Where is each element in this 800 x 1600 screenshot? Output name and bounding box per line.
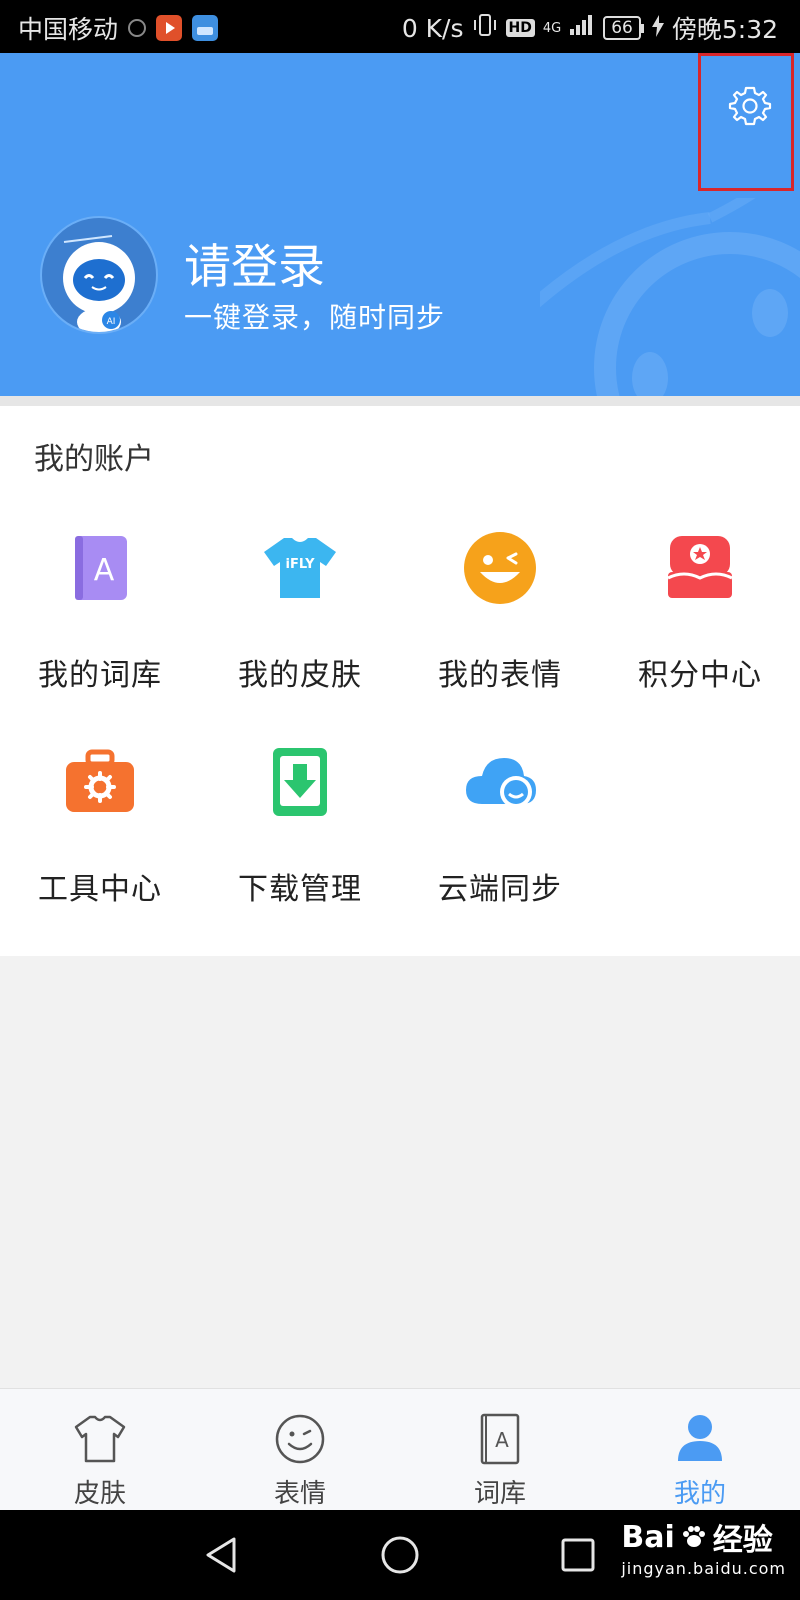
grid-label: 我的皮肤 xyxy=(238,658,362,693)
grid-item-my-emoji[interactable]: 我的表情 xyxy=(400,528,600,694)
bottom-tab-bar: 皮肤 表情 A 词库 我的 xyxy=(0,1388,800,1511)
charging-icon xyxy=(651,14,664,43)
skin-shirt-text: iFLY xyxy=(285,557,315,572)
tab-label: 词库 xyxy=(473,1479,526,1509)
status-bar: 中国移动 0 K/s HD 4G 66 傍晚5:32 xyxy=(0,0,800,53)
mascot-watermark-icon xyxy=(540,198,800,396)
grid-label: 积分中心 xyxy=(638,658,762,693)
person-icon xyxy=(678,1415,722,1461)
grid-item-cloud-sync[interactable]: 云端同步 xyxy=(400,742,600,908)
recents-icon[interactable] xyxy=(560,1537,596,1573)
battery-level: 66 xyxy=(603,16,641,40)
signal-icon xyxy=(569,13,595,43)
svg-text:A: A xyxy=(94,553,115,588)
watermark-brand: Bai xyxy=(621,1519,675,1555)
cloud-sync-icon xyxy=(466,758,536,808)
network-speed: 0 K/s xyxy=(401,13,464,43)
avatar-badge: AI xyxy=(107,317,116,327)
notification-dot-icon xyxy=(128,19,147,37)
paw-icon xyxy=(682,1526,705,1547)
download-icon xyxy=(273,748,327,816)
grid-label: 我的词库 xyxy=(38,658,162,693)
grid-label: 我的表情 xyxy=(438,658,562,693)
shirt-icon xyxy=(74,1415,126,1463)
grid-label: 云端同步 xyxy=(438,872,562,907)
book-icon-letter: A xyxy=(495,1428,509,1452)
tab-label: 表情 xyxy=(273,1479,326,1509)
points-shop-icon xyxy=(667,536,733,598)
grid-item-tool-center[interactable]: 工具中心 xyxy=(0,742,200,908)
clock: 傍晚5:32 xyxy=(671,15,778,44)
grid-label: 下载管理 xyxy=(238,872,362,907)
smiley-icon xyxy=(275,1414,325,1464)
profile-header[interactable]: AI 请登录 一键登录，随时同步 xyxy=(0,53,800,396)
home-icon[interactable] xyxy=(380,1535,420,1575)
tab-label: 我的 xyxy=(673,1479,726,1509)
vibrate-icon xyxy=(472,12,498,44)
tab-me[interactable]: 我的 xyxy=(600,1389,800,1511)
video-app-icon xyxy=(156,15,183,41)
grid-item-my-skin[interactable]: iFLY 我的皮肤 xyxy=(200,528,400,694)
watermark-url: jingyan.baidu.com xyxy=(621,1559,786,1578)
photo-app-icon xyxy=(192,15,219,41)
tab-label: 皮肤 xyxy=(73,1479,126,1509)
book-icon: A xyxy=(480,1413,520,1465)
avatar[interactable]: AI xyxy=(40,216,158,334)
grid-item-my-dictionary[interactable]: A 我的词库 xyxy=(0,528,200,694)
network-type: 4G xyxy=(542,20,562,36)
login-title[interactable]: 请登录 xyxy=(184,228,325,297)
dictionary-icon: A xyxy=(75,536,127,600)
login-subtitle[interactable]: 一键登录，随时同步 xyxy=(184,296,445,336)
carrier-label: 中国移动 xyxy=(18,15,119,44)
hd-badge: HD xyxy=(505,19,535,37)
toolbox-icon xyxy=(66,749,134,812)
settings-highlight-box xyxy=(698,53,794,191)
tab-emoji[interactable]: 表情 xyxy=(200,1389,400,1511)
grid-item-points-center[interactable]: 积分中心 xyxy=(600,528,800,694)
emoji-icon xyxy=(464,532,536,604)
skin-shirt-icon: iFLY xyxy=(264,538,336,598)
grid-label: 工具中心 xyxy=(38,872,162,907)
back-icon[interactable] xyxy=(202,1535,242,1575)
divider xyxy=(0,396,800,406)
grid-item-download-manager[interactable]: 下载管理 xyxy=(200,742,400,908)
baidu-watermark: Bai 经验 jingyan.baidu.com xyxy=(621,1515,786,1579)
watermark-brand-2: 经验 xyxy=(712,1523,773,1558)
tab-dictionary[interactable]: A 词库 xyxy=(400,1389,600,1511)
tab-skin[interactable]: 皮肤 xyxy=(0,1389,200,1511)
battery-icon: 66 xyxy=(603,16,644,40)
section-title: 我的账户 xyxy=(34,442,154,477)
